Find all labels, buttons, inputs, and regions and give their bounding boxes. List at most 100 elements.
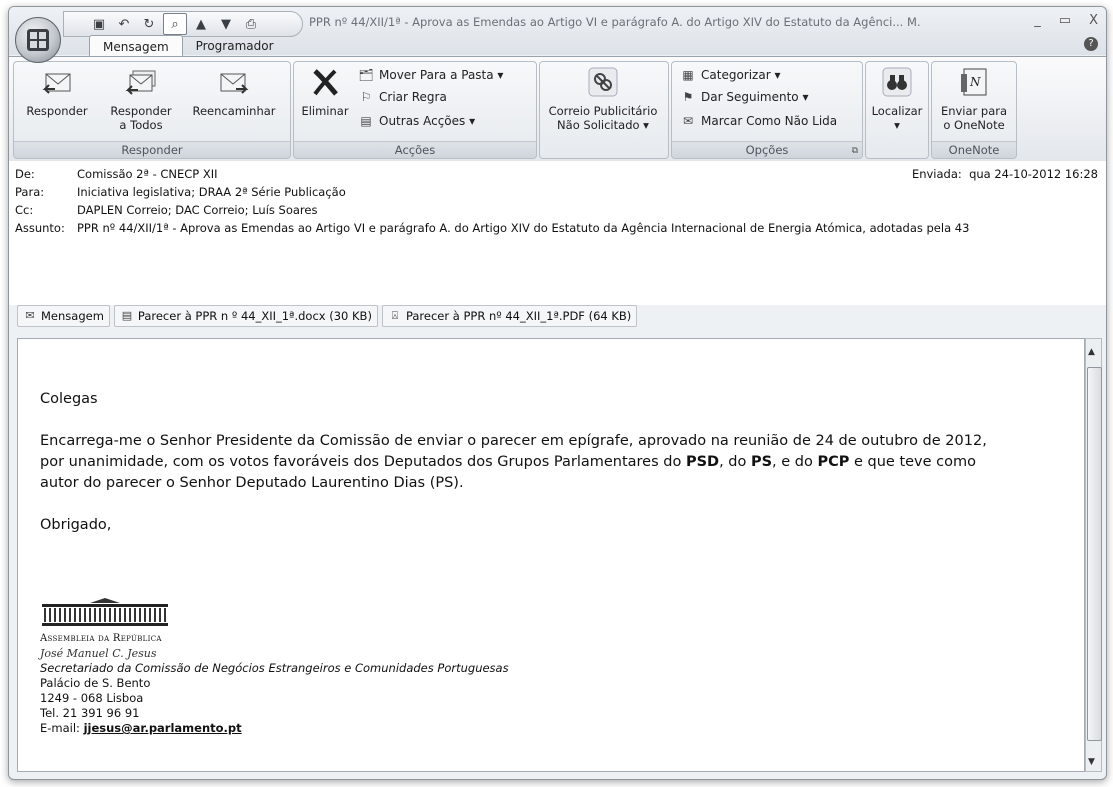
email-window: ▣ ↶ ↻ ⌕ ▲ ▼ ⎙ PPR nº 44/XII/1ª - Aprova … — [8, 6, 1107, 780]
junk-mail-icon — [588, 67, 618, 97]
tab-programador[interactable]: Programador — [183, 35, 287, 58]
mark-unread-icon: ✉ — [682, 114, 694, 128]
signature-address-2: 1249 - 068 Lisboa — [40, 691, 144, 705]
ribbon-tabs: Mensagem Programador — [89, 35, 287, 58]
forward-button[interactable]: Reencaminhar — [184, 66, 284, 118]
sent-row: Enviada: qua 24-10-2012 16:28 — [912, 165, 1098, 183]
minimize-button[interactable]: _ — [1034, 13, 1041, 28]
reply-all-button[interactable]: Responder a Todos — [100, 66, 182, 132]
group-responder: Responder Responder a Todos Reencaminhar… — [13, 61, 291, 159]
forward-icon — [220, 73, 249, 94]
message-tab[interactable]: ✉ Mensagem — [17, 305, 110, 327]
signature: Assembleia da República José Manuel C. J… — [40, 597, 509, 736]
create-rule-button[interactable]: ⚐ Criar Regra — [358, 90, 447, 104]
signature-org: Assembleia da República — [40, 633, 162, 644]
sent-label: Enviada: — [911, 167, 962, 181]
cc-value[interactable]: DAPLEN Correio; DAC Correio; Luís Soares — [77, 201, 317, 219]
find-button[interactable]: Localizar ▾ — [868, 66, 926, 132]
follow-up-button[interactable]: ⚑ Dar Seguimento ▾ — [680, 90, 809, 104]
flag-icon: ⚑ — [682, 90, 694, 104]
previous-item-icon[interactable]: ▲ — [190, 14, 212, 34]
signature-email-link[interactable]: jjesus@ar.parlamento.pt — [84, 721, 242, 735]
signature-name: José Manuel C. Jesus — [40, 647, 157, 660]
dialog-launcher-icon[interactable]: ⧉ — [852, 146, 858, 156]
signature-dept: Secretariado da Comissão de Negócios Est… — [40, 661, 509, 675]
to-label: Para: — [15, 185, 45, 199]
print-icon[interactable]: ⎙ — [240, 14, 262, 34]
word-doc-icon: ▤ — [121, 309, 133, 322]
group-label-accoes: Acções — [294, 141, 536, 158]
attachment-docx[interactable]: ▤ Parecer à PPR n º 44_XII_1ª.docx (30 KB… — [113, 305, 378, 327]
to-value[interactable]: Iniciativa legislativa; DRAA 2ª Série Pu… — [77, 183, 346, 201]
group-opcoes: ▦ Categorizar ▾ ⚑ Dar Seguimento ▾ ✉ Marcar… — [671, 61, 863, 159]
attachment-bar: ✉ Mensagem ▤ Parecer à PPR n º 44_XII_1ª.d… — [17, 305, 641, 327]
office-button[interactable] — [15, 17, 61, 63]
message-body[interactable]: Colegas Encarrega-me o Senhor Presidente… — [17, 338, 1085, 772]
send-to-onenote-button[interactable]: N Enviar para o OneNote — [934, 66, 1014, 132]
message-text: Colegas Encarrega-me o Senhor Presidente… — [40, 389, 987, 536]
parliament-logo-icon — [42, 598, 168, 626]
move-to-folder-button[interactable]: 🗂 Mover Para a Pasta ▾ — [358, 68, 503, 82]
group-find: Localizar ▾ — [865, 61, 929, 159]
message-header: De: Comissão 2ª - CNECP XII Para: Iniciati… — [9, 161, 1106, 327]
envelope-icon: ✉ — [25, 309, 35, 322]
save-icon[interactable]: ▣ — [88, 14, 110, 34]
group-accoes: Eliminar 🗂 Mover Para a Pasta ▾ ⚐ Criar Re… — [293, 61, 537, 159]
svg-text:N: N — [969, 75, 981, 89]
pdf-icon: ⍓ — [391, 309, 399, 322]
scroll-down-icon[interactable]: ▼ — [1088, 757, 1095, 767]
subject-row: Assunto: PPR nº 44/XII/1ª - Aprova as Eme… — [15, 219, 1100, 237]
group-label-onenote: OneNote — [932, 141, 1016, 158]
from-value[interactable]: Comissão 2ª - CNECP XII — [77, 165, 218, 183]
group-onenote: N Enviar para o OneNote OneNote — [931, 61, 1017, 159]
other-actions-button[interactable]: ▤ Outras Acções ▾ — [358, 114, 475, 128]
other-actions-icon: ▤ — [360, 114, 372, 128]
mark-unread-button[interactable]: ✉ Marcar Como Não Lida — [680, 114, 837, 128]
window-title: PPR nº 44/XII/1ª - Aprova as Emendas ao … — [309, 15, 921, 29]
move-folder-icon: 🗂 — [358, 68, 374, 82]
signature-address-1: Palácio de S. Bento — [40, 676, 151, 690]
title-bar: ▣ ↶ ↻ ⌕ ▲ ▼ ⎙ PPR nº 44/XII/1ª - Aprova … — [9, 7, 1106, 63]
delete-x-icon — [313, 69, 338, 96]
reply-button[interactable]: Responder — [16, 66, 98, 118]
window-controls: _ ▭ X — [1034, 13, 1098, 28]
redo-icon[interactable]: ↻ — [138, 14, 160, 34]
sent-value: qua 24-10-2012 16:28 — [969, 167, 1098, 181]
categorize-icon: ▦ — [682, 68, 694, 82]
from-label: De: — [15, 167, 35, 181]
greeting: Colegas — [40, 391, 98, 407]
closing: Obrigado, — [40, 517, 112, 533]
signature-tel: Tel. 21 391 96 91 — [40, 706, 140, 720]
cc-label: Cc: — [15, 203, 34, 217]
office-logo-icon — [27, 29, 49, 51]
onenote-icon: N — [961, 68, 987, 96]
group-label-responder: Responder — [14, 141, 290, 158]
body-line-1: Encarrega-me o Senhor Presidente da Comi… — [40, 433, 987, 449]
categorize-button[interactable]: ▦ Categorizar ▾ — [680, 68, 780, 82]
vertical-scrollbar[interactable]: ▲ ▼ — [1085, 338, 1102, 772]
reply-icon — [42, 73, 71, 94]
body-line-2: por unanimidade, com os votos favoráveis… — [40, 454, 977, 470]
reply-all-icon — [125, 70, 156, 95]
to-row: Para: Iniciativa legislativa; DRAA 2ª Sér… — [15, 183, 346, 201]
cc-row: Cc: DAPLEN Correio; DAC Correio; Luís Soa… — [15, 201, 317, 219]
binoculars-icon — [882, 67, 912, 97]
undo-icon[interactable]: ↶ — [113, 14, 135, 34]
rule-icon: ⚐ — [360, 90, 372, 104]
close-button[interactable]: X — [1089, 13, 1098, 28]
maximize-button[interactable]: ▭ — [1059, 13, 1071, 28]
from-row: De: Comissão 2ª - CNECP XII — [15, 165, 218, 183]
delete-button[interactable]: Eliminar — [296, 66, 354, 118]
next-item-icon[interactable]: ▼ — [215, 14, 237, 34]
find-binoculars-icon[interactable]: ⌕ — [163, 13, 187, 35]
scroll-up-icon[interactable]: ▲ — [1088, 347, 1095, 357]
subject-label: Assunto: — [15, 221, 65, 235]
scroll-thumb[interactable] — [1087, 367, 1102, 741]
attachment-pdf[interactable]: ⍓ Parecer à PPR nº 44_XII_1ª.PDF (64 KB) — [381, 305, 638, 327]
tab-mensagem[interactable]: Mensagem — [89, 35, 183, 58]
subject-value: PPR nº 44/XII/1ª - Aprova as Emendas ao … — [77, 221, 970, 235]
help-icon[interactable]: ? — [1084, 37, 1098, 51]
group-junk: Correio Publicitário Não Solicitado ▾ — [539, 61, 669, 159]
group-label-opcoes: Opções — [672, 141, 862, 158]
junk-mail-button[interactable]: Correio Publicitário Não Solicitado ▾ — [542, 66, 664, 132]
